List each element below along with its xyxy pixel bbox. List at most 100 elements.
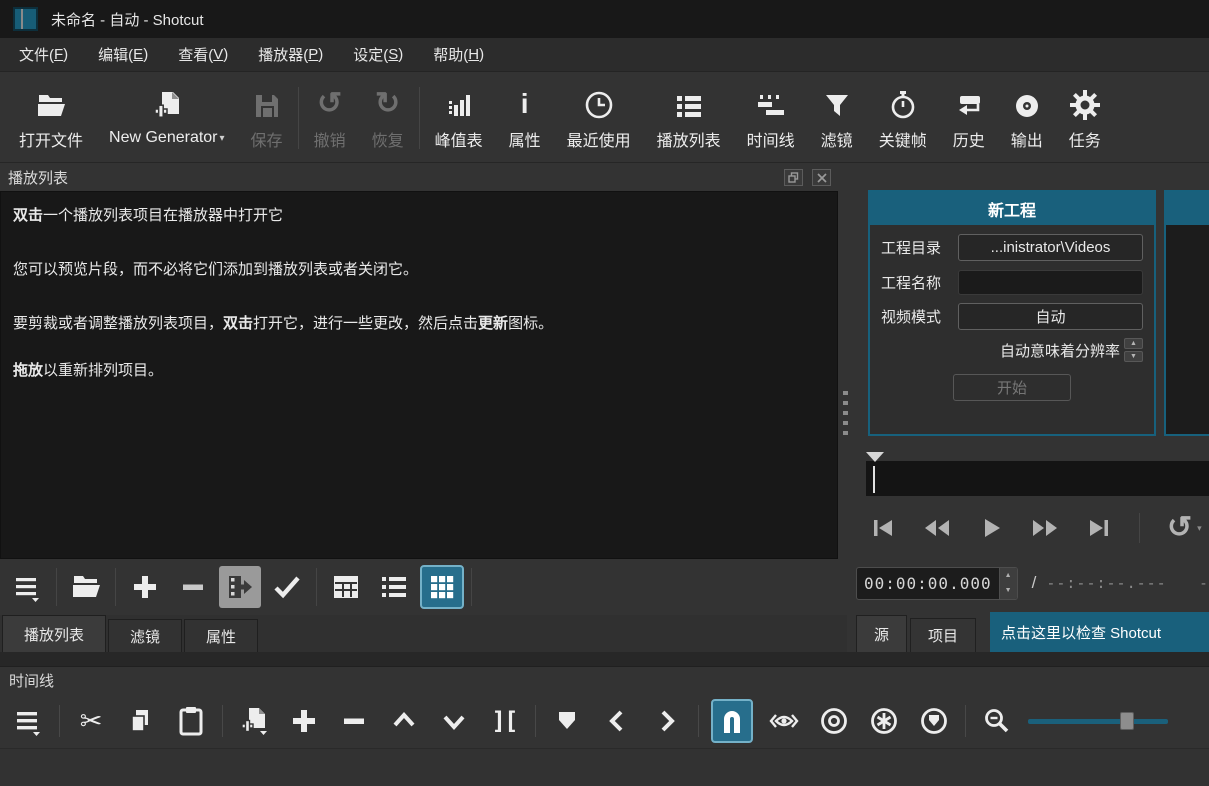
playlist-button[interactable]: 播放列表: [644, 79, 734, 157]
tab-project[interactable]: 项目: [910, 618, 976, 652]
menu-edit[interactable]: 编辑(E): [83, 38, 163, 71]
export-button[interactable]: 输出: [998, 79, 1056, 157]
hint-drag-drop: 拖放以重新排列项目。: [13, 360, 825, 381]
current-timecode-value: 00:00:00.000: [857, 568, 999, 599]
split-button[interactable]: ][: [485, 701, 523, 741]
start-button[interactable]: 开始: [953, 374, 1071, 401]
playlist-update-button[interactable]: [219, 566, 261, 608]
window-title: 未命名 - 自动 - Shotcut: [51, 9, 204, 30]
open-file-button[interactable]: 打开文件: [6, 79, 96, 157]
ripple-markers-button[interactable]: [915, 701, 953, 741]
project-name-label: 工程名称: [881, 272, 949, 293]
properties-button[interactable]: i 属性: [496, 79, 554, 157]
scrub-while-dragging-button[interactable]: [765, 701, 803, 741]
project-name-input[interactable]: [958, 270, 1143, 295]
spin-up-button[interactable]: ▲: [1124, 338, 1143, 349]
tab-filters[interactable]: 滤镜: [108, 619, 182, 652]
jobs-button[interactable]: 任务: [1056, 79, 1114, 157]
tab-source[interactable]: 源: [856, 615, 907, 652]
next-marker-button[interactable]: [648, 701, 686, 741]
clock-icon: [584, 84, 614, 120]
spin-down-button[interactable]: ▼: [1124, 351, 1143, 362]
current-timecode-field[interactable]: 00:00:00.000 ▲ ▼: [856, 567, 1018, 600]
previous-marker-button[interactable]: [598, 701, 636, 741]
playlist-toolbar: [0, 559, 847, 615]
marker-button[interactable]: [548, 701, 586, 741]
disc-icon: [1013, 84, 1041, 120]
playlist-append-button[interactable]: [123, 565, 167, 609]
view-icons-button[interactable]: [420, 565, 464, 609]
timeline-button[interactable]: 时间线: [734, 79, 808, 157]
redo-icon: ↻: [375, 84, 400, 120]
video-mode-label: 视频模式: [881, 306, 949, 327]
menu-settings[interactable]: 设定(S): [338, 38, 418, 71]
playlist-remove-button[interactable]: [171, 565, 215, 609]
rewind-button[interactable]: [923, 515, 951, 541]
menu-file[interactable]: 文件(F): [4, 38, 83, 71]
project-folder-button[interactable]: ...inistrator\Videos: [958, 234, 1143, 261]
redo-button[interactable]: ↻ 恢复: [359, 79, 417, 157]
history-button[interactable]: 历史: [940, 79, 998, 157]
panel-splitter-handle[interactable]: [843, 391, 848, 435]
keyframes-button[interactable]: 关键帧: [866, 79, 940, 157]
cut-button[interactable]: ✂: [72, 701, 110, 741]
peak-meter-icon: [445, 84, 473, 120]
timeline-menu-button[interactable]: [9, 701, 47, 741]
timeline-toolbar: ✂ ][: [0, 694, 1209, 748]
playlist-update-thumbnails-button[interactable]: [265, 565, 309, 609]
recent-button[interactable]: 最近使用: [554, 79, 644, 157]
play-button[interactable]: [978, 515, 1004, 541]
skip-to-start-button[interactable]: [870, 515, 896, 541]
view-details-button[interactable]: [324, 565, 368, 609]
new-generator-button[interactable]: New Generator▾: [96, 79, 238, 157]
ripple-button[interactable]: [815, 701, 853, 741]
zoom-slider-handle[interactable]: [1120, 712, 1134, 730]
paste-button[interactable]: [172, 701, 210, 741]
playlist-dock-header: 播放列表: [0, 164, 847, 191]
timeline-dock-header: 时间线: [0, 666, 1209, 694]
playlist-dock-title: 播放列表: [8, 167, 68, 188]
filters-button[interactable]: 滤镜: [808, 79, 866, 157]
playlist-menu-button[interactable]: [5, 565, 49, 609]
playhead-marker-icon[interactable]: [866, 452, 884, 462]
playlist-open-button[interactable]: [64, 565, 108, 609]
timeline-dock-title: 时间线: [9, 670, 54, 691]
peak-meter-button[interactable]: 峰值表: [422, 79, 496, 157]
video-mode-button[interactable]: 自动: [958, 303, 1143, 330]
view-tiles-button[interactable]: [372, 565, 416, 609]
player-seek-bar[interactable]: [866, 461, 1209, 496]
tab-properties[interactable]: 属性: [184, 619, 258, 652]
float-panel-button[interactable]: [784, 169, 803, 186]
timeline-add-button[interactable]: [285, 701, 323, 741]
overwrite-button[interactable]: [435, 701, 473, 741]
timeline-remove-button[interactable]: [335, 701, 373, 741]
lift-button[interactable]: [385, 701, 423, 741]
scissors-icon: ✂: [80, 706, 103, 737]
zoom-out-button[interactable]: [978, 701, 1016, 741]
timecode-spin-up[interactable]: ▲: [1000, 568, 1017, 584]
save-button[interactable]: 保存: [238, 79, 296, 157]
snap-toggle-button[interactable]: [711, 699, 753, 743]
timeline-zoom-slider[interactable]: [1028, 701, 1168, 741]
menu-player[interactable]: 播放器(P): [243, 38, 338, 71]
shotcut-logo-icon: [13, 7, 38, 31]
title-bar: 未命名 - 自动 - Shotcut: [0, 0, 1209, 38]
copy-button[interactable]: [122, 701, 160, 741]
menu-view[interactable]: 查看(V): [163, 38, 243, 71]
undo-button[interactable]: ↺ 撤销: [301, 79, 359, 157]
fast-forward-button[interactable]: [1031, 515, 1059, 541]
skip-to-end-button[interactable]: [1086, 515, 1112, 541]
loop-button[interactable]: ↺ ▾: [1167, 513, 1202, 543]
timeline-track-area[interactable]: [0, 748, 1209, 786]
close-panel-button[interactable]: [812, 169, 831, 186]
tab-playlist[interactable]: 播放列表: [2, 615, 106, 652]
timecode-spin-down[interactable]: ▼: [1000, 583, 1017, 599]
toolbar-separator: [419, 87, 420, 149]
menu-help[interactable]: 帮助(H): [418, 38, 499, 71]
selected-duration-partial: -: [1201, 575, 1206, 592]
update-check-banner[interactable]: 点击这里以检查 Shotcut: [990, 612, 1209, 652]
ripple-all-tracks-button[interactable]: [865, 701, 903, 741]
save-icon: [253, 84, 281, 120]
open-folder-icon: [35, 84, 67, 120]
append-clip-button[interactable]: [235, 701, 273, 741]
